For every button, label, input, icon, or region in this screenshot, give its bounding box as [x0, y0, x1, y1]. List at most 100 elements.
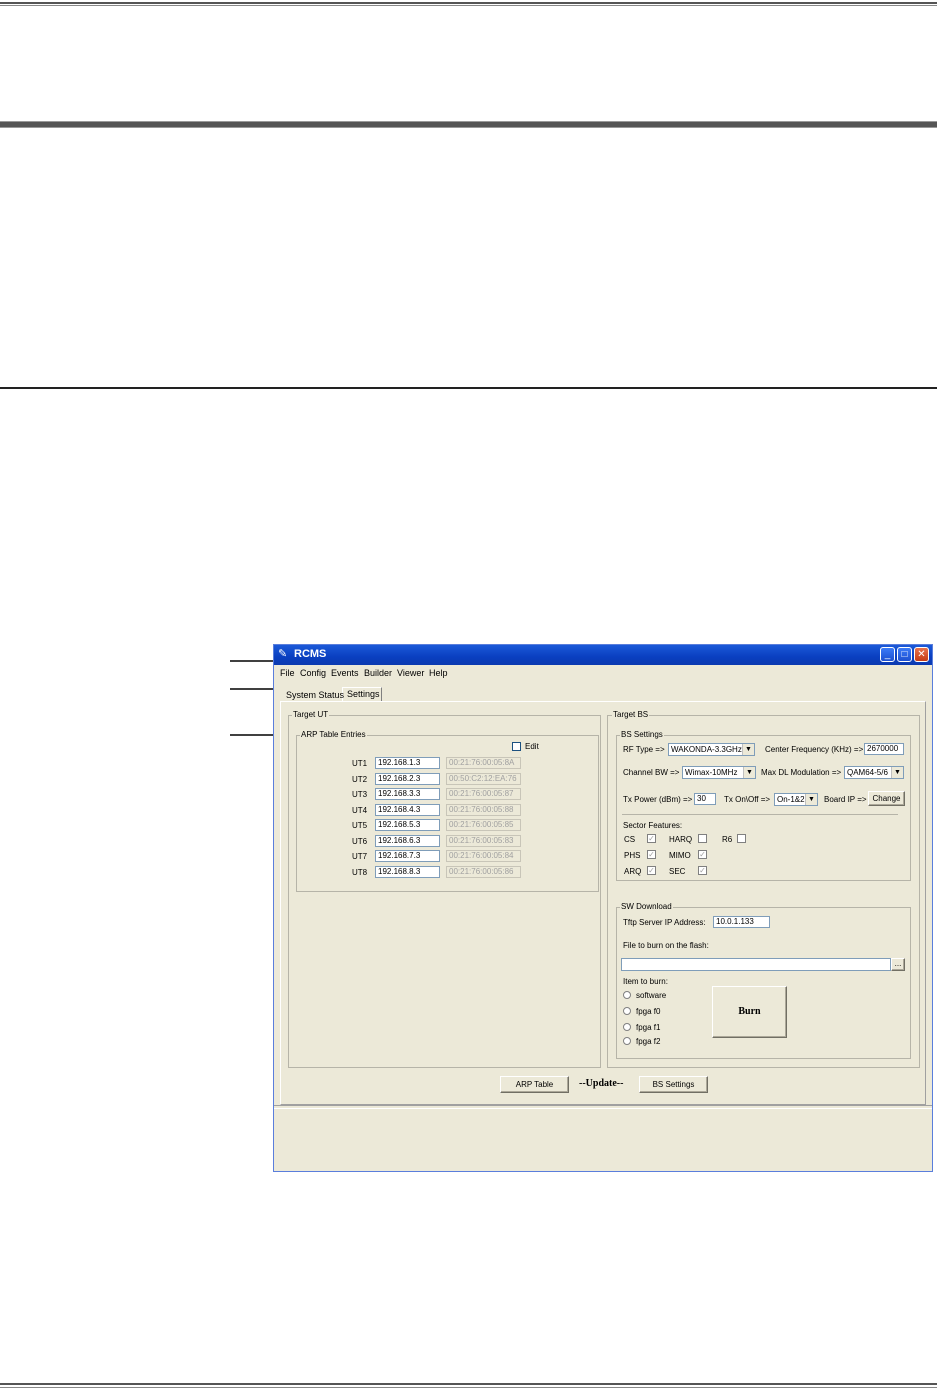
rf-type-label: RF Type => [623, 745, 665, 754]
change-button[interactable]: Change [868, 791, 905, 806]
edit-checkbox[interactable] [512, 742, 521, 751]
chevron-down-icon[interactable]: ▼ [743, 767, 755, 778]
chevron-down-icon[interactable]: ▼ [891, 767, 903, 778]
minimize-button[interactable]: _ [880, 647, 895, 662]
sw-download-label: SW Download [620, 902, 673, 911]
tx-power-field[interactable]: 30 [694, 793, 716, 805]
burn-button[interactable]: Burn [712, 986, 787, 1038]
arp-row-ip-field[interactable]: 192.168.2.3 [375, 772, 440, 785]
radio-fpga-f1-label: fpga f1 [636, 1023, 661, 1032]
arp-row-mac-field: 00:21:76:00:05:88 [446, 803, 521, 816]
arp-row-ip-field[interactable]: 192.168.3.3 [375, 788, 440, 800]
arp-row-ip-field[interactable]: 192.168.4.3 [375, 803, 440, 816]
chevron-down-icon[interactable]: ▼ [742, 744, 754, 755]
tab-system-status[interactable]: System Status [286, 690, 344, 700]
arp-row-mac-field: 00:50:C2:12:EA:76 [446, 772, 521, 785]
board-ip-label: Board IP => [824, 795, 867, 804]
channel-bw-value: Wimax-10MHz [685, 768, 738, 777]
menu-builder[interactable]: Builder [364, 668, 392, 678]
channel-bw-select[interactable]: Wimax-10MHz ▼ [682, 766, 756, 779]
tx-onoff-select[interactable]: On-1&2 ▼ [774, 793, 818, 806]
menu-help[interactable]: Help [429, 668, 448, 678]
status-bar [274, 1105, 932, 1109]
feature-harq-checkbox[interactable] [698, 834, 707, 843]
max-dl-modulation-select[interactable]: QAM64-5/6 ▼ [844, 766, 904, 779]
feature-r6-label: R6 [722, 835, 733, 844]
window-title: RCMS [294, 648, 327, 660]
menu-config[interactable]: Config [300, 668, 326, 678]
arp-table-button[interactable]: ARP Table [500, 1076, 569, 1093]
bs-settings-button[interactable]: BS Settings [639, 1076, 708, 1093]
feature-cs-label: CS [624, 835, 636, 844]
title-bar[interactable]: ✎ RCMS _ □ ✕ [274, 645, 932, 665]
file-path-field[interactable] [621, 958, 891, 971]
feature-sec-label: SEC [669, 867, 686, 876]
bs-settings-group [616, 735, 911, 881]
feature-harq-label: HARQ [669, 835, 693, 844]
tftp-field[interactable]: 10.0.1.133 [713, 916, 770, 928]
channel-bw-label: Channel BW => [623, 768, 680, 777]
radio-fpga-f2[interactable] [623, 1037, 631, 1045]
target-ut-label: Target UT [292, 710, 330, 719]
arp-row-ut-label: UT4 [352, 805, 368, 815]
arp-row-ip-field[interactable]: 192.168.7.3 [375, 850, 440, 862]
update-label: --Update-- [579, 1078, 624, 1089]
feature-sec-checkbox[interactable]: ✓ [698, 866, 707, 875]
item-to-burn-label: Item to burn: [623, 977, 668, 986]
arp-row-ut-label: UT7 [352, 852, 368, 861]
arp-row-mac-field: 00:21:76:00:05:87 [446, 788, 521, 800]
bs-settings-label: BS Settings [620, 730, 664, 739]
feature-r6-checkbox[interactable] [737, 834, 746, 843]
menu-file[interactable]: File [280, 668, 295, 678]
max-dl-modulation-label: Max DL Modulation => [761, 768, 842, 777]
menu-bar: File Config Events Builder Viewer Help [274, 665, 932, 681]
radio-fpga-f0-label: fpga f0 [636, 1007, 661, 1016]
arp-row-mac-field: 00:21:76:00:05:8A [446, 757, 521, 769]
arp-row-ip-field[interactable]: 192.168.8.3 [375, 865, 440, 878]
arp-row-ip-field[interactable]: 192.168.1.3 [375, 757, 440, 769]
arp-row-ut-label: UT5 [352, 821, 368, 830]
sector-features-label: Sector Features: [623, 821, 683, 830]
arp-row-ut-label: UT6 [352, 836, 368, 846]
target-bs-label: Target BS [612, 710, 650, 719]
arp-row-mac-field: 00:21:76:00:05:84 [446, 850, 521, 862]
radio-software[interactable] [623, 991, 631, 999]
arp-table-label: ARP Table Entries [300, 730, 367, 739]
radio-software-label: software [636, 991, 667, 1000]
arp-row-mac-field: 00:21:76:00:05:86 [446, 865, 521, 878]
rf-type-select[interactable]: WAKONDA-3.3GHz ▼ [668, 743, 755, 756]
browse-button[interactable]: ... [891, 958, 905, 971]
tx-onoff-label: Tx On\Off => [724, 795, 771, 804]
feature-phs-checkbox[interactable]: ✓ [647, 850, 656, 859]
maximize-button[interactable]: □ [897, 647, 912, 662]
file-to-burn-label: File to burn on the flash: [623, 941, 709, 950]
menu-viewer[interactable]: Viewer [397, 668, 424, 678]
edit-label: Edit [525, 742, 539, 751]
app-icon: ✎ [278, 648, 288, 660]
feature-arq-checkbox[interactable]: ✓ [647, 866, 656, 875]
arp-row-ip-field[interactable]: 192.168.6.3 [375, 834, 440, 847]
rf-type-value: WAKONDA-3.3GHz [671, 745, 742, 754]
arp-row-ut-label: UT2 [352, 774, 368, 784]
feature-cs-checkbox[interactable]: ✓ [647, 834, 656, 843]
tab-settings[interactable]: Settings [347, 689, 380, 699]
feature-phs-label: PHS [624, 851, 641, 860]
close-button[interactable]: ✕ [914, 647, 929, 662]
tx-onoff-value: On-1&2 [777, 795, 805, 804]
chevron-down-icon[interactable]: ▼ [805, 794, 817, 805]
feature-arq-label: ARQ [624, 867, 642, 876]
arp-row-ut-label: UT3 [352, 790, 368, 799]
feature-mimo-checkbox[interactable]: ✓ [698, 850, 707, 859]
center-frequency-label: Center Frequency (KHz) => [765, 745, 864, 754]
radio-fpga-f0[interactable] [623, 1007, 631, 1015]
center-frequency-field[interactable]: 2670000 [864, 743, 904, 755]
arp-row-ut-label: UT8 [352, 867, 368, 877]
tx-power-label: Tx Power (dBm) => [623, 795, 693, 804]
menu-events[interactable]: Events [331, 668, 359, 678]
arp-row-ip-field[interactable]: 192.168.5.3 [375, 819, 440, 831]
bs-divider [622, 814, 898, 815]
arp-row-ut-label: UT1 [352, 759, 368, 768]
tftp-label: Tftp Server IP Address: [623, 918, 706, 927]
radio-fpga-f2-label: fpga f2 [636, 1037, 661, 1046]
radio-fpga-f1[interactable] [623, 1023, 631, 1031]
